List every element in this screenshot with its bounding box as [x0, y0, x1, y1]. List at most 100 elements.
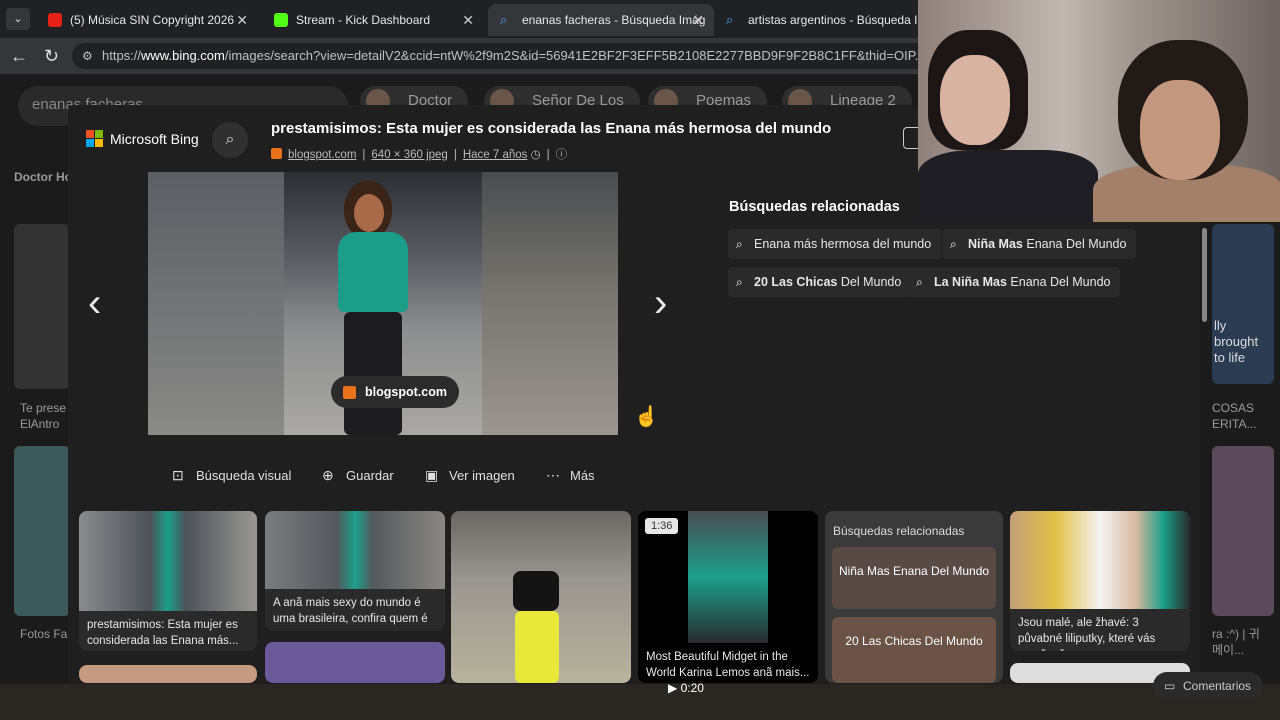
result-thumbnail [79, 511, 257, 611]
related-panel-label: Niña Mas Enana Del Mundo [838, 564, 990, 578]
streamer-2-face [1140, 80, 1220, 180]
result-subject-top [513, 571, 559, 611]
search-icon: ⌕ [736, 237, 743, 251]
related-search-chip[interactable]: ⌕ 20 Las Chicas Del Mundo [728, 267, 912, 297]
blogger-icon [343, 386, 356, 399]
result-card[interactable] [451, 511, 631, 683]
action-label: Guardar [346, 468, 394, 483]
history-icon: ◷ [530, 149, 541, 161]
modal-scrollbar[interactable] [1202, 228, 1207, 322]
search-button[interactable]: ⌕ [212, 122, 248, 158]
view-image-button[interactable]: ▣ Ver imagen [425, 467, 515, 484]
tab-title: (5) Música SIN Copyright 2026 [70, 13, 235, 27]
chip-text: Enana Del Mundo [1006, 275, 1111, 289]
video-thumbnail [688, 511, 768, 643]
result-card[interactable]: A anã mais sexy do mundo é uma brasileir… [265, 511, 445, 631]
close-tab-icon[interactable]: ✕ [692, 4, 704, 36]
bing-logo-text[interactable]: Microsoft Bing [110, 131, 199, 147]
related-search-chip[interactable]: ⌕ La Niña Mas Enana Del Mundo [908, 267, 1121, 297]
search-icon: ⌕ [950, 237, 957, 251]
related-search-chip[interactable]: ⌕ Enana más hermosa del mundo [728, 229, 942, 259]
tab-bing-enanas[interactable]: ⌕ enanas facheras - Búsqueda Imág ✕ [488, 4, 714, 36]
tab-title: Stream - Kick Dashboard [296, 13, 431, 27]
image-subject-face [354, 194, 384, 232]
related-searches-heading: Búsquedas relacionadas [729, 199, 900, 215]
background-caption: Fotos Fa [20, 627, 68, 641]
microsoft-logo-icon [86, 130, 104, 148]
close-tab-icon[interactable]: ✕ [462, 4, 474, 36]
image-source-pill[interactable]: blogspot.com [331, 376, 459, 408]
url-host: www.bing.com [141, 48, 225, 63]
video-duration-badge: 1:36 [645, 518, 679, 534]
result-card[interactable]: Jsou malé, ale žhavé: 3 půvabné liliputk… [1010, 511, 1190, 651]
video-result-card[interactable]: 1:36 Most Beautiful Midget in the World … [638, 511, 818, 683]
visual-search-icon: ⊡ [172, 467, 184, 483]
streamer-1-body [918, 150, 1098, 222]
related-searches-card: Búsquedas relacionadas Niña Mas Enana De… [825, 511, 1003, 683]
webcam-overlay [918, 0, 1280, 222]
result-card[interactable] [79, 665, 257, 683]
streamer-1-face [940, 55, 1010, 145]
image-blur-left [148, 172, 284, 435]
tab-title: enanas facheras - Búsqueda Imág [522, 13, 706, 27]
comments-label: Comentarios [1183, 679, 1252, 693]
action-label: Búsqueda visual [196, 468, 292, 483]
tab-title: artistas argentinos - Búsqueda Ima [748, 13, 924, 27]
result-thumbnail [1010, 511, 1190, 609]
info-icon[interactable]: ⓘ [556, 149, 568, 161]
related-panel-heading: Búsquedas relacionadas [833, 524, 965, 538]
image-subject-legs [344, 312, 402, 435]
search-icon: ⌕ [726, 12, 734, 27]
site-info-icon[interactable]: ⚙ [82, 43, 93, 69]
separator: | [362, 149, 366, 161]
chip-bold: La Niña Mas [934, 275, 1007, 289]
background-result-image[interactable] [14, 224, 70, 389]
related-panel-label: 20 Las Chicas Del Mundo [845, 634, 983, 648]
tab-search-menu-button[interactable]: ⌄ [6, 8, 30, 30]
image-title[interactable]: prestamisimos: Esta mujer es considerada… [271, 120, 831, 137]
background-result-image[interactable] [1212, 446, 1274, 616]
result-caption: Jsou malé, ale žhavé: 3 půvabné liliputk… [1018, 617, 1156, 651]
previous-arrow-icon[interactable]: ‹ [88, 283, 101, 323]
dimensions-link[interactable]: 640 × 360 jpeg [371, 149, 447, 161]
background-bottom-row [0, 684, 1280, 720]
result-card[interactable] [265, 642, 445, 683]
chip-text: Enana más hermosa del mundo [754, 237, 932, 251]
related-panel-item[interactable]: Niña Mas Enana Del Mundo [832, 547, 996, 609]
tab-bing-artistas[interactable]: ⌕ artistas argentinos - Búsqueda Ima [714, 4, 924, 36]
background-result-image[interactable] [14, 446, 70, 616]
hand-cursor-icon: ☝ [634, 406, 659, 428]
tab-youtube[interactable]: (5) Música SIN Copyright 2026 ✕ [36, 4, 258, 36]
more-button[interactable]: ⋯ Más [546, 467, 595, 484]
related-panel-item[interactable]: 20 Las Chicas Del Mundo [832, 617, 996, 683]
back-arrow-icon[interactable]: ← [10, 46, 28, 67]
comments-button[interactable]: ▭ Comentarios [1153, 672, 1264, 700]
search-icon: ⌕ [916, 275, 923, 289]
source-link[interactable]: blogspot.com [288, 149, 356, 161]
separator: | [453, 149, 457, 161]
background-caption: Doctor Ho [14, 170, 72, 184]
next-arrow-icon[interactable]: › [654, 283, 667, 323]
more-dots-icon: ⋯ [546, 467, 560, 483]
visual-search-button[interactable]: ⊡ Búsqueda visual [172, 467, 291, 484]
comment-icon: ▭ [1164, 679, 1176, 693]
separator: | [546, 149, 550, 161]
save-icon: ⊕ [322, 467, 334, 483]
image-meta: blogspot.com | 640 × 360 jpeg | Hace 7 años … [271, 146, 567, 162]
age-link[interactable]: Hace 7 años [463, 149, 528, 161]
related-search-chip[interactable]: ⌕ Niña Mas Enana Del Mundo [942, 229, 1137, 259]
result-subject-legs [515, 611, 559, 683]
image-source-label: blogspot.com [365, 385, 447, 399]
chip-bold: 20 Las Chicas [754, 275, 838, 289]
image-blur-right [482, 172, 618, 435]
main-image[interactable]: blogspot.com [148, 172, 618, 435]
reload-icon[interactable]: ↻ [44, 46, 59, 67]
result-card[interactable]: prestamisimos: Esta mujer es considerada… [79, 511, 257, 651]
close-tab-icon[interactable]: ✕ [236, 4, 248, 36]
image-subject-top [338, 232, 408, 312]
tab-kick[interactable]: Stream - Kick Dashboard ✕ [262, 4, 484, 36]
kick-icon [274, 13, 288, 27]
url-input[interactable]: ⚙ https://www.bing.com/images/search?vie… [72, 43, 972, 69]
search-icon: ⌕ [500, 12, 508, 27]
save-button[interactable]: ⊕ Guardar [322, 467, 394, 484]
